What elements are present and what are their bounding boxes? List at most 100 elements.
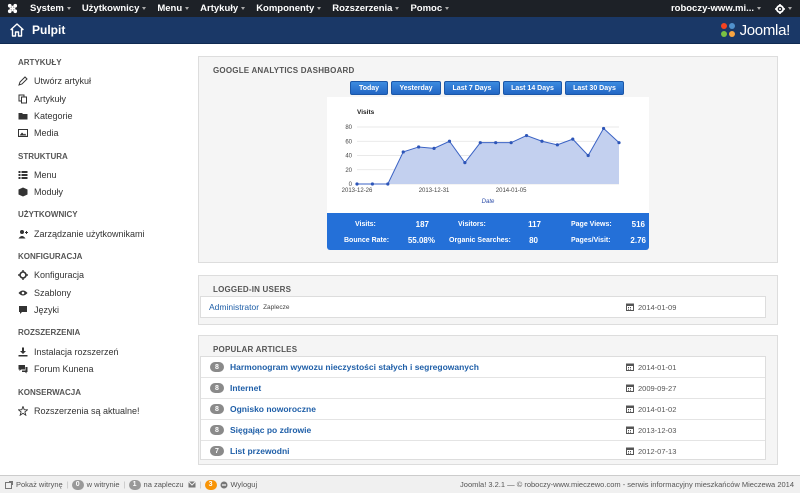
data-point bbox=[509, 141, 513, 145]
data-point bbox=[524, 133, 529, 138]
sidebar-item-menus[interactable]: Menu bbox=[18, 170, 57, 180]
menu-label: Komponenty bbox=[256, 3, 315, 14]
analytics-stats: Visits: 187 Visitors: 117 Page Views: 51… bbox=[327, 213, 649, 250]
sidebar-item-media[interactable]: Media bbox=[18, 128, 59, 138]
article-date: 2014-01-02 bbox=[626, 405, 676, 414]
analytics-title: GOOGLE ANALYTICS DASHBOARD bbox=[213, 66, 355, 75]
menu-system[interactable]: System bbox=[30, 3, 71, 14]
menu-menus[interactable]: Menu bbox=[157, 3, 190, 14]
btn-last-14-days[interactable]: Last 14 Days bbox=[503, 81, 562, 95]
sidebar-item-label: Rozszerzenia są aktualne! bbox=[34, 406, 140, 416]
sidebar-item-new-article[interactable]: Utwórz artykuł bbox=[18, 76, 91, 86]
caret-down-icon bbox=[185, 7, 190, 10]
sidebar-item-kunena-forum[interactable]: Forum Kunena bbox=[18, 364, 94, 374]
y-tick-label: 80 bbox=[345, 125, 352, 131]
joomla-logo-icon bbox=[720, 23, 735, 37]
table-row: 8 Ognisko noworoczne 2014-01-02 bbox=[201, 399, 765, 420]
messages-link[interactable] bbox=[187, 481, 196, 488]
table-row: 8 Internet 2009-09-27 bbox=[201, 378, 765, 399]
pageviews-value: 516 bbox=[631, 220, 645, 229]
popular-title: POPULAR ARTICLES bbox=[213, 345, 298, 354]
caret-down-icon bbox=[241, 7, 246, 10]
backend-label: na zapleczu bbox=[143, 480, 184, 489]
sidebar-item-label: Moduły bbox=[34, 187, 64, 197]
sidebar-heading-configuration: KONFIGURACJA bbox=[18, 252, 83, 261]
organic-value: 80 bbox=[529, 236, 538, 245]
sidebar-item-label: Konfiguracja bbox=[34, 270, 85, 280]
envelope-icon bbox=[187, 481, 196, 488]
y-tick-label: 40 bbox=[345, 154, 352, 160]
article-link[interactable]: Harmonogram wywozu nieczystości stałych … bbox=[230, 362, 479, 372]
comment-icon bbox=[18, 305, 28, 315]
sidebar-item-languages[interactable]: Języki bbox=[18, 305, 59, 315]
minus-circle-icon bbox=[220, 481, 228, 488]
logged-in-title: LOGGED-IN USERS bbox=[213, 285, 292, 294]
visits-label: Visits: bbox=[355, 221, 376, 228]
sidebar-item-label: Forum Kunena bbox=[34, 364, 94, 374]
caret-down-icon bbox=[788, 7, 792, 10]
settings-menu[interactable] bbox=[775, 3, 792, 14]
btn-yesterday[interactable]: Yesterday bbox=[391, 81, 441, 95]
sidebar-item-modules[interactable]: Moduły bbox=[18, 187, 63, 197]
data-point bbox=[478, 141, 482, 145]
visitors-label: Visitors: bbox=[458, 221, 486, 228]
sidebar-item-global-config[interactable]: Konfiguracja bbox=[18, 270, 84, 280]
site-menu[interactable]: roboczy-www.mi... bbox=[671, 3, 761, 14]
sidebar-item-label: Menu bbox=[34, 170, 57, 180]
caret-down-icon bbox=[317, 7, 322, 10]
sidebar-item-label: Szablony bbox=[34, 288, 72, 298]
messages-count-badge: 3 bbox=[204, 479, 217, 490]
pageviews-label: Page Views: bbox=[571, 221, 612, 228]
folder-icon bbox=[18, 111, 28, 121]
visits-area bbox=[357, 128, 619, 184]
ppv-label: Pages/Visit: bbox=[571, 237, 611, 244]
sidebar-item-install-extensions[interactable]: Instalacja rozszerzeń bbox=[18, 347, 119, 357]
hits-badge: 7 bbox=[210, 446, 224, 456]
calendar-icon bbox=[626, 426, 634, 434]
sidebar-item-label: Zarządzanie użytkownikami bbox=[34, 229, 145, 239]
article-link[interactable]: List przewodni bbox=[230, 446, 290, 456]
date-text: 2013-12-03 bbox=[638, 425, 677, 435]
logout-link[interactable]: Wyloguj bbox=[220, 480, 257, 489]
menu-users[interactable]: Użytkownicy bbox=[82, 3, 147, 14]
show-site-link[interactable]: Pokaż witrynę bbox=[5, 480, 63, 489]
data-point bbox=[355, 182, 359, 186]
chat-icon bbox=[18, 364, 28, 374]
menu-extensions[interactable]: Rozszerzenia bbox=[332, 3, 400, 14]
btn-today[interactable]: Today bbox=[350, 81, 388, 95]
btn-last-30-days[interactable]: Last 30 Days bbox=[565, 81, 624, 95]
btn-last-7-days[interactable]: Last 7 Days bbox=[444, 81, 500, 95]
date-text: 2009-09-27 bbox=[638, 383, 677, 393]
article-link[interactable]: Ognisko noworoczne bbox=[230, 404, 316, 414]
caret-down-icon bbox=[142, 7, 147, 10]
date-text: 2014-01-02 bbox=[638, 404, 677, 414]
hits-badge: 8 bbox=[210, 362, 224, 372]
sidebar-item-user-manager[interactable]: Zarządzanie użytkownikami bbox=[18, 229, 145, 239]
menu-help[interactable]: Pomoc bbox=[410, 3, 450, 14]
status-footer: Pokaż witrynę | 0 w witrynie | 1 na zapl… bbox=[0, 475, 800, 493]
analytics-range-buttons: Today Yesterday Last 7 Days Last 14 Days… bbox=[350, 81, 627, 95]
user-link[interactable]: Administrator bbox=[209, 302, 259, 312]
bounce-label: Bounce Rate: bbox=[344, 237, 390, 244]
data-point bbox=[386, 182, 390, 186]
users-icon bbox=[18, 229, 28, 239]
sidebar-item-templates[interactable]: Szablony bbox=[18, 288, 71, 298]
y-tick-label: 60 bbox=[345, 139, 352, 145]
sidebar-item-label: Kategorie bbox=[34, 111, 73, 121]
data-point bbox=[540, 139, 544, 143]
sidebar-item-label: Utwórz artykuł bbox=[34, 76, 92, 86]
menu-articles[interactable]: Artykuły bbox=[200, 3, 246, 14]
article-link[interactable]: Sięgając po zdrowie bbox=[230, 425, 311, 435]
joomla-logo-icon[interactable] bbox=[4, 0, 20, 17]
menu-components[interactable]: Komponenty bbox=[256, 3, 322, 14]
list-icon bbox=[18, 170, 28, 180]
sidebar-item-categories[interactable]: Kategorie bbox=[18, 111, 73, 121]
article-link[interactable]: Internet bbox=[230, 383, 261, 393]
menu-label: Artykuły bbox=[200, 3, 239, 14]
visits-value: 187 bbox=[415, 220, 429, 229]
sidebar-item-articles[interactable]: Artykuły bbox=[18, 94, 66, 104]
data-point bbox=[463, 161, 467, 165]
sidebar-item-extensions-up-to-date[interactable]: Rozszerzenia są aktualne! bbox=[18, 406, 140, 416]
site-name: roboczy-www.mi... bbox=[670, 3, 754, 14]
sidebar-item-label: Artykuły bbox=[34, 94, 67, 104]
